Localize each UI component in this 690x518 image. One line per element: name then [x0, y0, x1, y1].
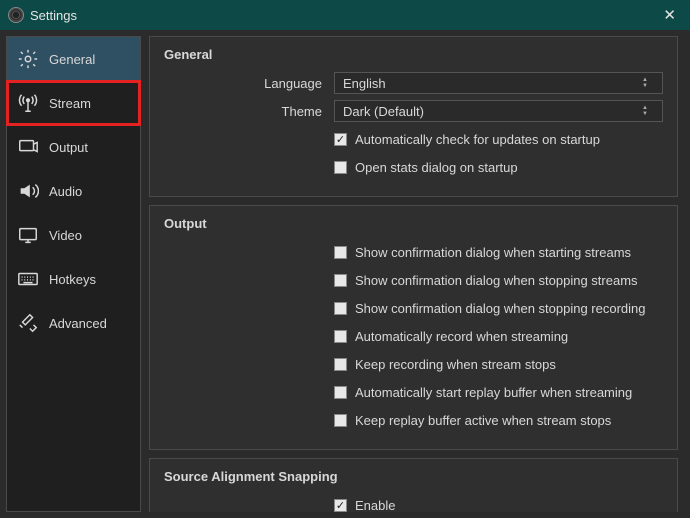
audio-icon — [17, 180, 39, 202]
enable-snapping-label[interactable]: Enable — [355, 498, 395, 513]
sidebar-item-video[interactable]: Video — [7, 213, 140, 257]
close-button[interactable]: ✕ — [657, 6, 682, 24]
sidebar-item-label: Stream — [49, 96, 91, 111]
advanced-icon — [17, 312, 39, 334]
checkbox-label[interactable]: Keep recording when stream stops — [355, 357, 556, 372]
checkbox-label[interactable]: Automatically record when streaming — [355, 329, 568, 344]
section-general: General Language English ▲▼ Theme Dark (… — [149, 36, 678, 197]
sidebar-item-label: Audio — [49, 184, 82, 199]
section-general-title: General — [164, 47, 663, 62]
checkbox-label[interactable]: Show confirmation dialog when stopping s… — [355, 273, 638, 288]
checkbox-label[interactable]: Open stats dialog on startup — [355, 160, 518, 175]
sidebar-item-label: Output — [49, 140, 88, 155]
checkbox[interactable]: ✓ — [334, 133, 347, 146]
language-dropdown[interactable]: English ▲▼ — [334, 72, 663, 94]
dropdown-spinner-icon: ▲▼ — [642, 77, 654, 89]
checkbox-label[interactable]: Automatically check for updates on start… — [355, 132, 600, 147]
enable-snapping-checkbox[interactable]: ✓ — [334, 499, 347, 512]
sidebar: General Stream Output Audio Video Hotkeys Adva… — [6, 36, 141, 512]
checkbox-label[interactable]: Keep replay buffer active when stream st… — [355, 413, 611, 428]
hotkeys-icon — [17, 268, 39, 290]
theme-label: Theme — [164, 104, 334, 119]
sidebar-item-label: General — [49, 52, 95, 67]
checkbox[interactable] — [334, 358, 347, 371]
sidebar-item-stream[interactable]: Stream — [7, 81, 140, 125]
sidebar-item-label: Hotkeys — [49, 272, 96, 287]
checkbox[interactable] — [334, 302, 347, 315]
dropdown-spinner-icon: ▲▼ — [642, 105, 654, 117]
checkbox[interactable] — [334, 414, 347, 427]
window-title: Settings — [30, 8, 77, 23]
main-panel: General Language English ▲▼ Theme Dark (… — [149, 36, 684, 512]
theme-value: Dark (Default) — [343, 104, 424, 119]
sidebar-item-audio[interactable]: Audio — [7, 169, 140, 213]
sidebar-item-label: Advanced — [49, 316, 107, 331]
gear-icon — [17, 48, 39, 70]
language-label: Language — [164, 76, 334, 91]
sidebar-item-advanced[interactable]: Advanced — [7, 301, 140, 345]
sidebar-item-hotkeys[interactable]: Hotkeys — [7, 257, 140, 301]
video-icon — [17, 224, 39, 246]
sidebar-item-general[interactable]: General — [7, 37, 140, 81]
theme-dropdown[interactable]: Dark (Default) ▲▼ — [334, 100, 663, 122]
checkbox[interactable] — [334, 386, 347, 399]
section-snapping: Source Alignment Snapping ✓ Enable Snap … — [149, 458, 678, 512]
titlebar: Settings ✕ — [0, 0, 690, 30]
sidebar-item-label: Video — [49, 228, 82, 243]
checkbox[interactable] — [334, 274, 347, 287]
checkbox[interactable] — [334, 161, 347, 174]
output-icon — [17, 136, 39, 158]
checkbox-label[interactable]: Show confirmation dialog when starting s… — [355, 245, 631, 260]
checkbox[interactable] — [334, 246, 347, 259]
stream-icon — [17, 92, 39, 114]
section-snapping-title: Source Alignment Snapping — [164, 469, 663, 484]
checkbox[interactable] — [334, 330, 347, 343]
language-value: English — [343, 76, 386, 91]
section-output: Output Show confirmation dialog when sta… — [149, 205, 678, 450]
checkbox-label[interactable]: Show confirmation dialog when stopping r… — [355, 301, 646, 316]
content: General Stream Output Audio Video Hotkeys Adva… — [0, 30, 690, 518]
sidebar-item-output[interactable]: Output — [7, 125, 140, 169]
app-logo-icon — [8, 7, 24, 23]
section-output-title: Output — [164, 216, 663, 231]
checkbox-label[interactable]: Automatically start replay buffer when s… — [355, 385, 632, 400]
